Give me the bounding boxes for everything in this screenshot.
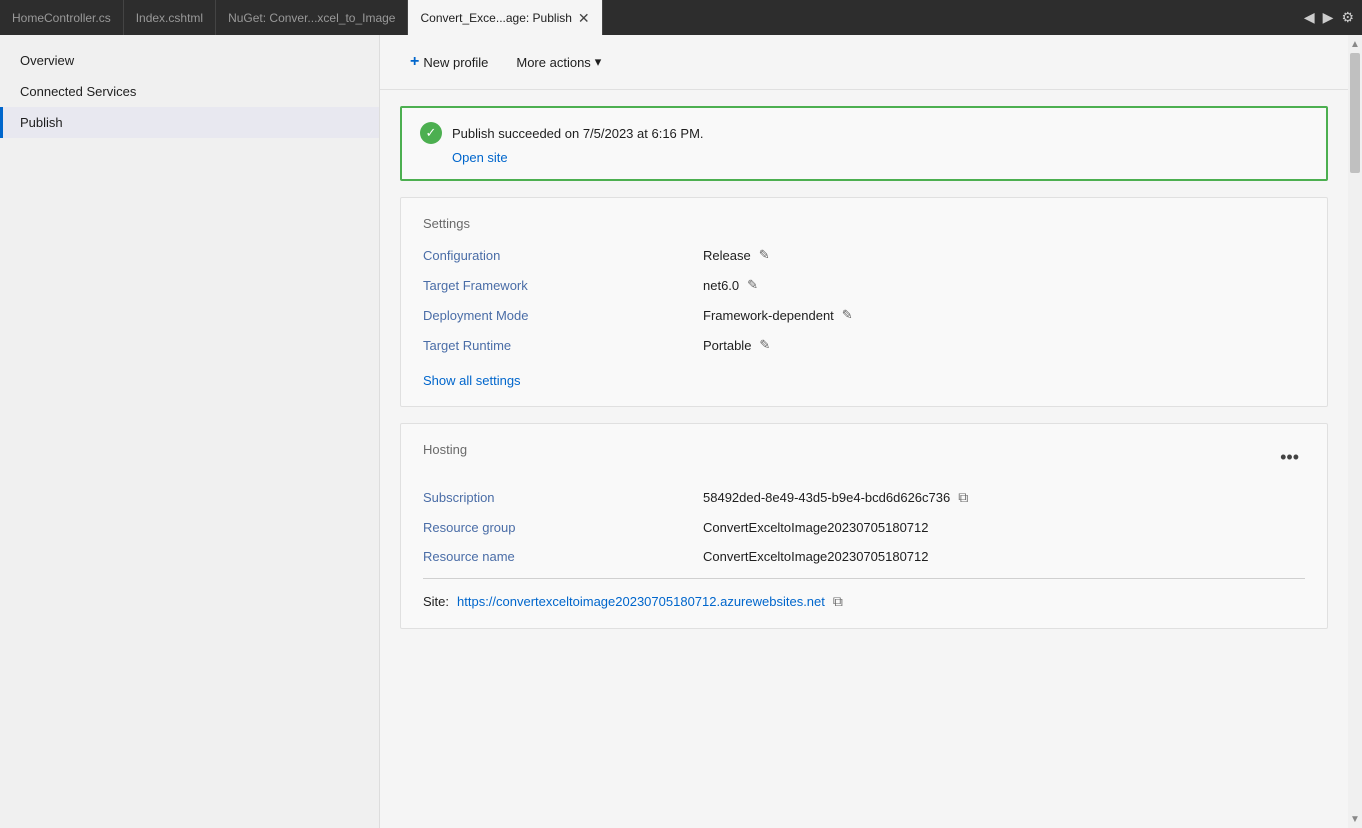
edit-target-runtime-icon[interactable]: ✎ bbox=[759, 337, 770, 353]
target-runtime-value-text: Portable bbox=[703, 338, 751, 353]
sidebar-item-connected-services[interactable]: Connected Services bbox=[0, 76, 379, 107]
edit-deployment-mode-icon[interactable]: ✎ bbox=[842, 307, 853, 323]
setting-label-target-framework: Target Framework bbox=[423, 278, 703, 293]
more-actions-button[interactable]: More actions ▾ bbox=[506, 50, 611, 74]
hosting-section-header: Hosting ••• bbox=[423, 442, 1305, 473]
resource-group-value-text: ConvertExceltoImage20230705180712 bbox=[703, 520, 929, 535]
setting-value-configuration: Release ✎ bbox=[703, 247, 770, 263]
sidebar-item-publish[interactable]: Publish bbox=[0, 107, 379, 138]
edit-configuration-icon[interactable]: ✎ bbox=[759, 247, 770, 263]
hosting-row-resource-name: Resource name ConvertExceltoImage2023070… bbox=[423, 549, 1305, 564]
setting-row-deployment-mode: Deployment Mode Framework-dependent ✎ bbox=[423, 307, 1305, 323]
tab-publish[interactable]: Convert_Exce...age: Publish ✕ bbox=[408, 0, 602, 35]
hosting-label-resource-group: Resource group bbox=[423, 520, 703, 535]
setting-label-configuration: Configuration bbox=[423, 248, 703, 263]
scroll-track bbox=[1348, 53, 1362, 810]
hosting-row-resource-group: Resource group ConvertExceltoImage202307… bbox=[423, 520, 1305, 535]
site-row: Site: https://convertexceltoimage2023070… bbox=[423, 593, 1305, 610]
edit-target-framework-icon[interactable]: ✎ bbox=[747, 277, 758, 293]
deployment-mode-value-text: Framework-dependent bbox=[703, 308, 834, 323]
sidebar-item-label: Overview bbox=[20, 53, 74, 68]
tab-spacer bbox=[603, 0, 1296, 35]
sidebar-item-overview[interactable]: Overview bbox=[0, 45, 379, 76]
scroll-down-arrow[interactable]: ▼ bbox=[1348, 810, 1362, 828]
show-all-settings-link[interactable]: Show all settings bbox=[423, 373, 521, 388]
gear-icon[interactable]: ⚙ bbox=[1341, 9, 1354, 26]
sidebar: Overview Connected Services Publish bbox=[0, 35, 380, 828]
dropdown-icon: ▾ bbox=[595, 54, 602, 70]
scroll-left-icon[interactable]: ◀ bbox=[1304, 9, 1315, 26]
site-label: Site: bbox=[423, 594, 449, 609]
setting-label-target-runtime: Target Runtime bbox=[423, 338, 703, 353]
hosting-value-resource-name: ConvertExceltoImage20230705180712 bbox=[703, 549, 929, 564]
scrollbar: ▲ ▼ bbox=[1348, 35, 1362, 828]
setting-value-target-runtime: Portable ✎ bbox=[703, 337, 770, 353]
hosting-row-subscription: Subscription 58492ded-8e49-43d5-b9e4-bcd… bbox=[423, 489, 1305, 506]
settings-section: Settings Configuration Release ✎ Target … bbox=[400, 197, 1328, 407]
scroll-thumb[interactable] bbox=[1350, 53, 1360, 173]
close-icon[interactable]: ✕ bbox=[578, 11, 590, 25]
copy-site-icon[interactable]: ⧉ bbox=[833, 593, 843, 610]
publish-success-message: Publish succeeded on 7/5/2023 at 6:16 PM… bbox=[452, 126, 704, 141]
sidebar-item-label: Connected Services bbox=[20, 84, 136, 99]
hosting-section: Hosting ••• Subscription 58492ded-8e49-4… bbox=[400, 423, 1328, 629]
hosting-label-subscription: Subscription bbox=[423, 490, 703, 505]
hosting-title: Hosting bbox=[423, 442, 467, 457]
tab-label: HomeController.cs bbox=[12, 11, 111, 25]
site-url-link[interactable]: https://convertexceltoimage2023070518071… bbox=[457, 594, 825, 609]
settings-title: Settings bbox=[423, 216, 1305, 231]
tab-homecontroller[interactable]: HomeController.cs bbox=[0, 0, 124, 35]
more-actions-label: More actions bbox=[516, 55, 590, 70]
setting-row-target-runtime: Target Runtime Portable ✎ bbox=[423, 337, 1305, 353]
tab-label: NuGet: Conver...xcel_to_Image bbox=[228, 11, 395, 25]
new-profile-label: New profile bbox=[423, 55, 488, 70]
target-framework-value-text: net6.0 bbox=[703, 278, 739, 293]
subscription-value-text: 58492ded-8e49-43d5-b9e4-bcd6d626c736 bbox=[703, 490, 950, 505]
setting-row-configuration: Configuration Release ✎ bbox=[423, 247, 1305, 263]
tab-nuget[interactable]: NuGet: Conver...xcel_to_Image bbox=[216, 0, 408, 35]
success-icon: ✓ bbox=[420, 122, 442, 144]
setting-row-target-framework: Target Framework net6.0 ✎ bbox=[423, 277, 1305, 293]
open-site-link[interactable]: Open site bbox=[452, 150, 508, 165]
setting-value-deployment-mode: Framework-dependent ✎ bbox=[703, 307, 853, 323]
copy-subscription-icon[interactable]: ⧉ bbox=[958, 489, 968, 506]
configuration-value-text: Release bbox=[703, 248, 751, 263]
setting-label-deployment-mode: Deployment Mode bbox=[423, 308, 703, 323]
tab-label: Convert_Exce...age: Publish bbox=[420, 11, 571, 25]
hosting-divider bbox=[423, 578, 1305, 579]
sidebar-item-label: Publish bbox=[20, 115, 63, 130]
hosting-value-resource-group: ConvertExceltoImage20230705180712 bbox=[703, 520, 929, 535]
publish-success-box: ✓ Publish succeeded on 7/5/2023 at 6:16 … bbox=[400, 106, 1328, 181]
tab-index[interactable]: Index.cshtml bbox=[124, 0, 216, 35]
success-header: ✓ Publish succeeded on 7/5/2023 at 6:16 … bbox=[420, 122, 1308, 144]
plus-icon: + bbox=[410, 53, 419, 71]
tab-label: Index.cshtml bbox=[136, 11, 203, 25]
setting-value-target-framework: net6.0 ✎ bbox=[703, 277, 758, 293]
content-area: + New profile More actions ▾ ✓ Publish s… bbox=[380, 35, 1348, 828]
hosting-label-resource-name: Resource name bbox=[423, 549, 703, 564]
scroll-up-arrow[interactable]: ▲ bbox=[1348, 35, 1362, 53]
new-profile-button[interactable]: + New profile bbox=[400, 49, 498, 75]
tab-actions: ◀ ▶ ⚙ bbox=[1296, 0, 1362, 35]
main-layout: Overview Connected Services Publish + Ne… bbox=[0, 35, 1362, 828]
hosting-value-subscription: 58492ded-8e49-43d5-b9e4-bcd6d626c736 ⧉ bbox=[703, 489, 968, 506]
tab-bar: HomeController.cs Index.cshtml NuGet: Co… bbox=[0, 0, 1362, 35]
publish-toolbar: + New profile More actions ▾ bbox=[380, 35, 1348, 90]
resource-name-value-text: ConvertExceltoImage20230705180712 bbox=[703, 549, 929, 564]
hosting-more-menu-button[interactable]: ••• bbox=[1274, 445, 1305, 470]
scroll-right-icon[interactable]: ▶ bbox=[1323, 9, 1334, 26]
